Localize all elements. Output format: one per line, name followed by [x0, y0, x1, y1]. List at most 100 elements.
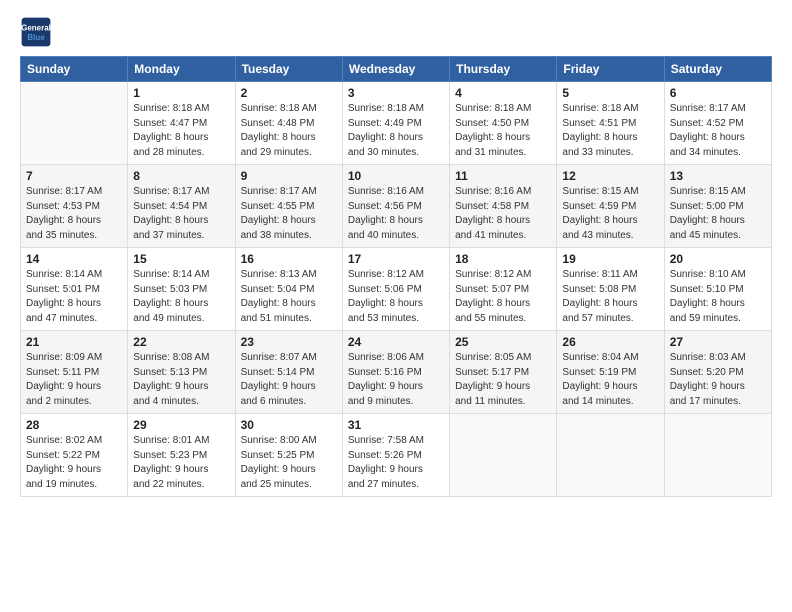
day-number: 6 — [670, 86, 766, 100]
day-header-saturday: Saturday — [664, 57, 771, 82]
calendar-table: SundayMondayTuesdayWednesdayThursdayFrid… — [20, 56, 772, 497]
calendar-cell: 26Sunrise: 8:04 AM Sunset: 5:19 PM Dayli… — [557, 331, 664, 414]
day-info: Sunrise: 8:17 AM Sunset: 4:52 PM Dayligh… — [670, 102, 766, 160]
calendar-cell: 23 Sunrise: 8:07 AM Sunset: 5:14 PM Dayli… — [235, 331, 342, 414]
day-number: 2 — [241, 86, 337, 100]
day-number: 3 — [348, 86, 444, 100]
day-info: Sunrise: 8:05 AM Sunset: 5:17 PM Dayligh… — [455, 351, 551, 409]
day-number: 25 — [455, 335, 551, 349]
calendar-cell: 3Sunrise: 8:18 AM Sunset: 4:49 PM Daylig… — [342, 82, 449, 165]
day-number: 31 — [348, 418, 444, 432]
days-header-row: SundayMondayTuesdayWednesdayThursdayFrid… — [21, 57, 772, 82]
day-number: 29 — [133, 418, 229, 432]
calendar-cell: 25 Sunrise: 8:05 AM Sunset: 5:17 PM Dayli… — [450, 331, 557, 414]
day-info: Sunrise: 8:17 AM Sunset: 4:55 PM Dayligh… — [241, 185, 337, 243]
calendar-cell: 21Sunrise: 8:09 AM Sunset: 5:11 PM Dayli… — [21, 331, 128, 414]
calendar-cell: 29 Sunrise: 8:01 AM Sunset: 5:23 PM Dayli… — [128, 414, 235, 497]
calendar-cell: 6 Sunrise: 8:17 AM Sunset: 4:52 PM Daylig… — [664, 82, 771, 165]
day-info: Sunrise: 8:17 AM Sunset: 4:54 PM Dayligh… — [133, 185, 229, 243]
day-number: 1 — [133, 86, 229, 100]
calendar-cell: 19 Sunrise: 8:11 AM Sunset: 5:08 PM Dayli… — [557, 248, 664, 331]
calendar-cell: 28 Sunrise: 8:02 AM Sunset: 5:22 PM Dayli… — [21, 414, 128, 497]
day-info: Sunrise: 8:16 AM Sunset: 4:58 PM Dayligh… — [455, 185, 551, 243]
logo-icon: General Blue — [20, 16, 52, 48]
day-number: 17 — [348, 252, 444, 266]
calendar-cell: 15 Sunrise: 8:14 AM Sunset: 5:03 PM Dayli… — [128, 248, 235, 331]
day-info: Sunrise: 8:08 AM Sunset: 5:13 PM Dayligh… — [133, 351, 229, 409]
day-number: 8 — [133, 169, 229, 183]
day-number: 24 — [348, 335, 444, 349]
calendar-cell: 18 Sunrise: 8:12 AM Sunset: 5:07 PM Dayli… — [450, 248, 557, 331]
day-number: 12 — [562, 169, 658, 183]
day-number: 11 — [455, 169, 551, 183]
calendar-page: General Blue SundayMondayTuesdayWednesda… — [0, 0, 792, 612]
week-row-3: 14 Sunrise: 8:14 AM Sunset: 5:01 PM Dayli… — [21, 248, 772, 331]
day-info: Sunrise: 8:16 AM Sunset: 4:56 PM Dayligh… — [348, 185, 444, 243]
calendar-cell: 10 Sunrise: 8:16 AM Sunset: 4:56 PM Dayli… — [342, 165, 449, 248]
day-number: 10 — [348, 169, 444, 183]
day-info: Sunrise: 8:07 AM Sunset: 5:14 PM Dayligh… — [241, 351, 337, 409]
day-number: 14 — [26, 252, 122, 266]
week-row-5: 28 Sunrise: 8:02 AM Sunset: 5:22 PM Dayli… — [21, 414, 772, 497]
svg-text:Blue: Blue — [27, 33, 45, 42]
day-number: 18 — [455, 252, 551, 266]
calendar-cell — [21, 82, 128, 165]
day-header-tuesday: Tuesday — [235, 57, 342, 82]
day-number: 13 — [670, 169, 766, 183]
day-number: 21 — [26, 335, 122, 349]
calendar-cell: 2Sunrise: 8:18 AM Sunset: 4:48 PM Daylig… — [235, 82, 342, 165]
day-number: 5 — [562, 86, 658, 100]
day-info: Sunrise: 8:12 AM Sunset: 5:07 PM Dayligh… — [455, 268, 551, 326]
calendar-cell: 14 Sunrise: 8:14 AM Sunset: 5:01 PM Dayli… — [21, 248, 128, 331]
calendar-cell: 31 Sunrise: 7:58 AM Sunset: 5:26 PM Dayli… — [342, 414, 449, 497]
day-number: 16 — [241, 252, 337, 266]
calendar-cell — [557, 414, 664, 497]
calendar-header: SundayMondayTuesdayWednesdayThursdayFrid… — [21, 57, 772, 82]
calendar-cell: 30Sunrise: 8:00 AM Sunset: 5:25 PM Dayli… — [235, 414, 342, 497]
day-info: Sunrise: 8:01 AM Sunset: 5:23 PM Dayligh… — [133, 434, 229, 492]
day-info: Sunrise: 8:03 AM Sunset: 5:20 PM Dayligh… — [670, 351, 766, 409]
day-header-friday: Friday — [557, 57, 664, 82]
calendar-cell: 24Sunrise: 8:06 AM Sunset: 5:16 PM Dayli… — [342, 331, 449, 414]
calendar-cell: 5Sunrise: 8:18 AM Sunset: 4:51 PM Daylig… — [557, 82, 664, 165]
day-number: 9 — [241, 169, 337, 183]
day-info: Sunrise: 8:14 AM Sunset: 5:03 PM Dayligh… — [133, 268, 229, 326]
logo: General Blue — [20, 16, 52, 48]
svg-text:General: General — [21, 23, 51, 32]
day-info: Sunrise: 8:10 AM Sunset: 5:10 PM Dayligh… — [670, 268, 766, 326]
calendar-cell: 1 Sunrise: 8:18 AM Sunset: 4:47 PM Daylig… — [128, 82, 235, 165]
day-header-monday: Monday — [128, 57, 235, 82]
calendar-cell: 13 Sunrise: 8:15 AM Sunset: 5:00 PM Dayli… — [664, 165, 771, 248]
calendar-cell: 20 Sunrise: 8:10 AM Sunset: 5:10 PM Dayli… — [664, 248, 771, 331]
calendar-cell — [664, 414, 771, 497]
day-number: 19 — [562, 252, 658, 266]
day-number: 15 — [133, 252, 229, 266]
day-info: Sunrise: 7:58 AM Sunset: 5:26 PM Dayligh… — [348, 434, 444, 492]
calendar-cell: 4Sunrise: 8:18 AM Sunset: 4:50 PM Daylig… — [450, 82, 557, 165]
day-header-wednesday: Wednesday — [342, 57, 449, 82]
calendar-cell: 17 Sunrise: 8:12 AM Sunset: 5:06 PM Dayli… — [342, 248, 449, 331]
day-number: 26 — [562, 335, 658, 349]
day-number: 7 — [26, 169, 122, 183]
calendar-cell — [450, 414, 557, 497]
day-info: Sunrise: 8:14 AM Sunset: 5:01 PM Dayligh… — [26, 268, 122, 326]
day-info: Sunrise: 8:15 AM Sunset: 4:59 PM Dayligh… — [562, 185, 658, 243]
calendar-cell: 11 Sunrise: 8:16 AM Sunset: 4:58 PM Dayli… — [450, 165, 557, 248]
day-number: 4 — [455, 86, 551, 100]
calendar-cell: 7 Sunrise: 8:17 AM Sunset: 4:53 PM Daylig… — [21, 165, 128, 248]
day-number: 20 — [670, 252, 766, 266]
calendar-cell: 16Sunrise: 8:13 AM Sunset: 5:04 PM Dayli… — [235, 248, 342, 331]
calendar-body: 1 Sunrise: 8:18 AM Sunset: 4:47 PM Daylig… — [21, 82, 772, 497]
day-header-thursday: Thursday — [450, 57, 557, 82]
day-number: 28 — [26, 418, 122, 432]
day-info: Sunrise: 8:18 AM Sunset: 4:47 PM Dayligh… — [133, 102, 229, 160]
day-info: Sunrise: 8:02 AM Sunset: 5:22 PM Dayligh… — [26, 434, 122, 492]
day-info: Sunrise: 8:17 AM Sunset: 4:53 PM Dayligh… — [26, 185, 122, 243]
day-info: Sunrise: 8:15 AM Sunset: 5:00 PM Dayligh… — [670, 185, 766, 243]
day-info: Sunrise: 8:12 AM Sunset: 5:06 PM Dayligh… — [348, 268, 444, 326]
day-info: Sunrise: 8:11 AM Sunset: 5:08 PM Dayligh… — [562, 268, 658, 326]
calendar-cell: 9 Sunrise: 8:17 AM Sunset: 4:55 PM Daylig… — [235, 165, 342, 248]
calendar-cell: 22 Sunrise: 8:08 AM Sunset: 5:13 PM Dayli… — [128, 331, 235, 414]
day-number: 23 — [241, 335, 337, 349]
day-number: 22 — [133, 335, 229, 349]
